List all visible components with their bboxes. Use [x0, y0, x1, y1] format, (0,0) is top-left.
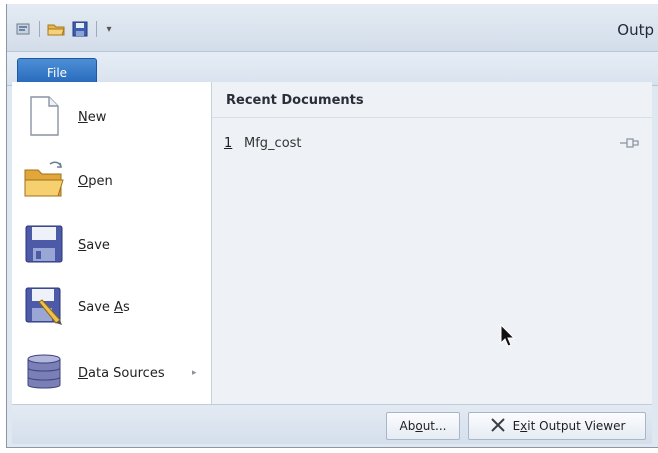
backstage-footer: Ab o ut... Exit Output Viewer	[12, 404, 652, 444]
menu-item-label: Data Sources	[78, 365, 165, 381]
menu-item-label: Save As	[78, 299, 130, 315]
toolbar-divider	[39, 21, 40, 37]
menu-item-open[interactable]: Open	[12, 150, 212, 212]
exit-output-viewer-button[interactable]: Exit Output Viewer	[468, 412, 646, 440]
menu-item-save[interactable]: Save	[12, 214, 212, 276]
properties-icon[interactable]	[13, 19, 33, 39]
recent-documents-panel: Recent Documents 1 Mfg_cost	[212, 82, 652, 404]
menu-item-data-sources[interactable]: Data Sources ▸	[12, 342, 212, 404]
exit-button-label: Exit Output Viewer	[512, 419, 626, 433]
open-folder-icon	[22, 158, 66, 202]
recent-document-name: Mfg_cost	[244, 136, 302, 151]
recent-documents-title: Recent Documents	[226, 93, 364, 108]
quick-access-toolbar: ▾	[13, 18, 115, 40]
menu-item-new[interactable]: New	[12, 86, 212, 148]
menu-item-label: Open	[78, 173, 113, 189]
toolbar-divider	[96, 21, 97, 37]
open-folder-icon[interactable]	[46, 19, 66, 39]
ribbon-tab-strip: File	[7, 52, 658, 86]
save-icon	[22, 222, 66, 266]
pin-icon[interactable]	[618, 136, 640, 150]
customize-toolbar-dropdown-icon[interactable]: ▾	[103, 24, 115, 35]
title-bar: ▾ Outp	[7, 4, 658, 52]
window-title: Outp	[617, 21, 654, 39]
recent-document-item[interactable]: 1 Mfg_cost	[212, 132, 652, 156]
save-as-icon	[22, 284, 66, 328]
backstage-menu: New Open Save Save As Data Sources ▸	[12, 82, 212, 404]
close-x-icon	[489, 416, 507, 437]
about-button[interactable]: Ab o ut...	[386, 412, 460, 440]
new-document-icon	[22, 94, 66, 138]
database-icon	[22, 350, 66, 394]
recent-documents-header: Recent Documents	[212, 82, 652, 118]
menu-item-label: New	[78, 109, 107, 125]
submenu-arrow-icon: ▸	[192, 368, 197, 378]
mouse-pointer-icon	[500, 323, 516, 348]
recent-document-number: 1	[224, 136, 233, 151]
menu-item-save-as[interactable]: Save As	[12, 276, 212, 338]
menu-item-label: Save	[78, 237, 110, 253]
save-icon[interactable]	[70, 19, 90, 39]
